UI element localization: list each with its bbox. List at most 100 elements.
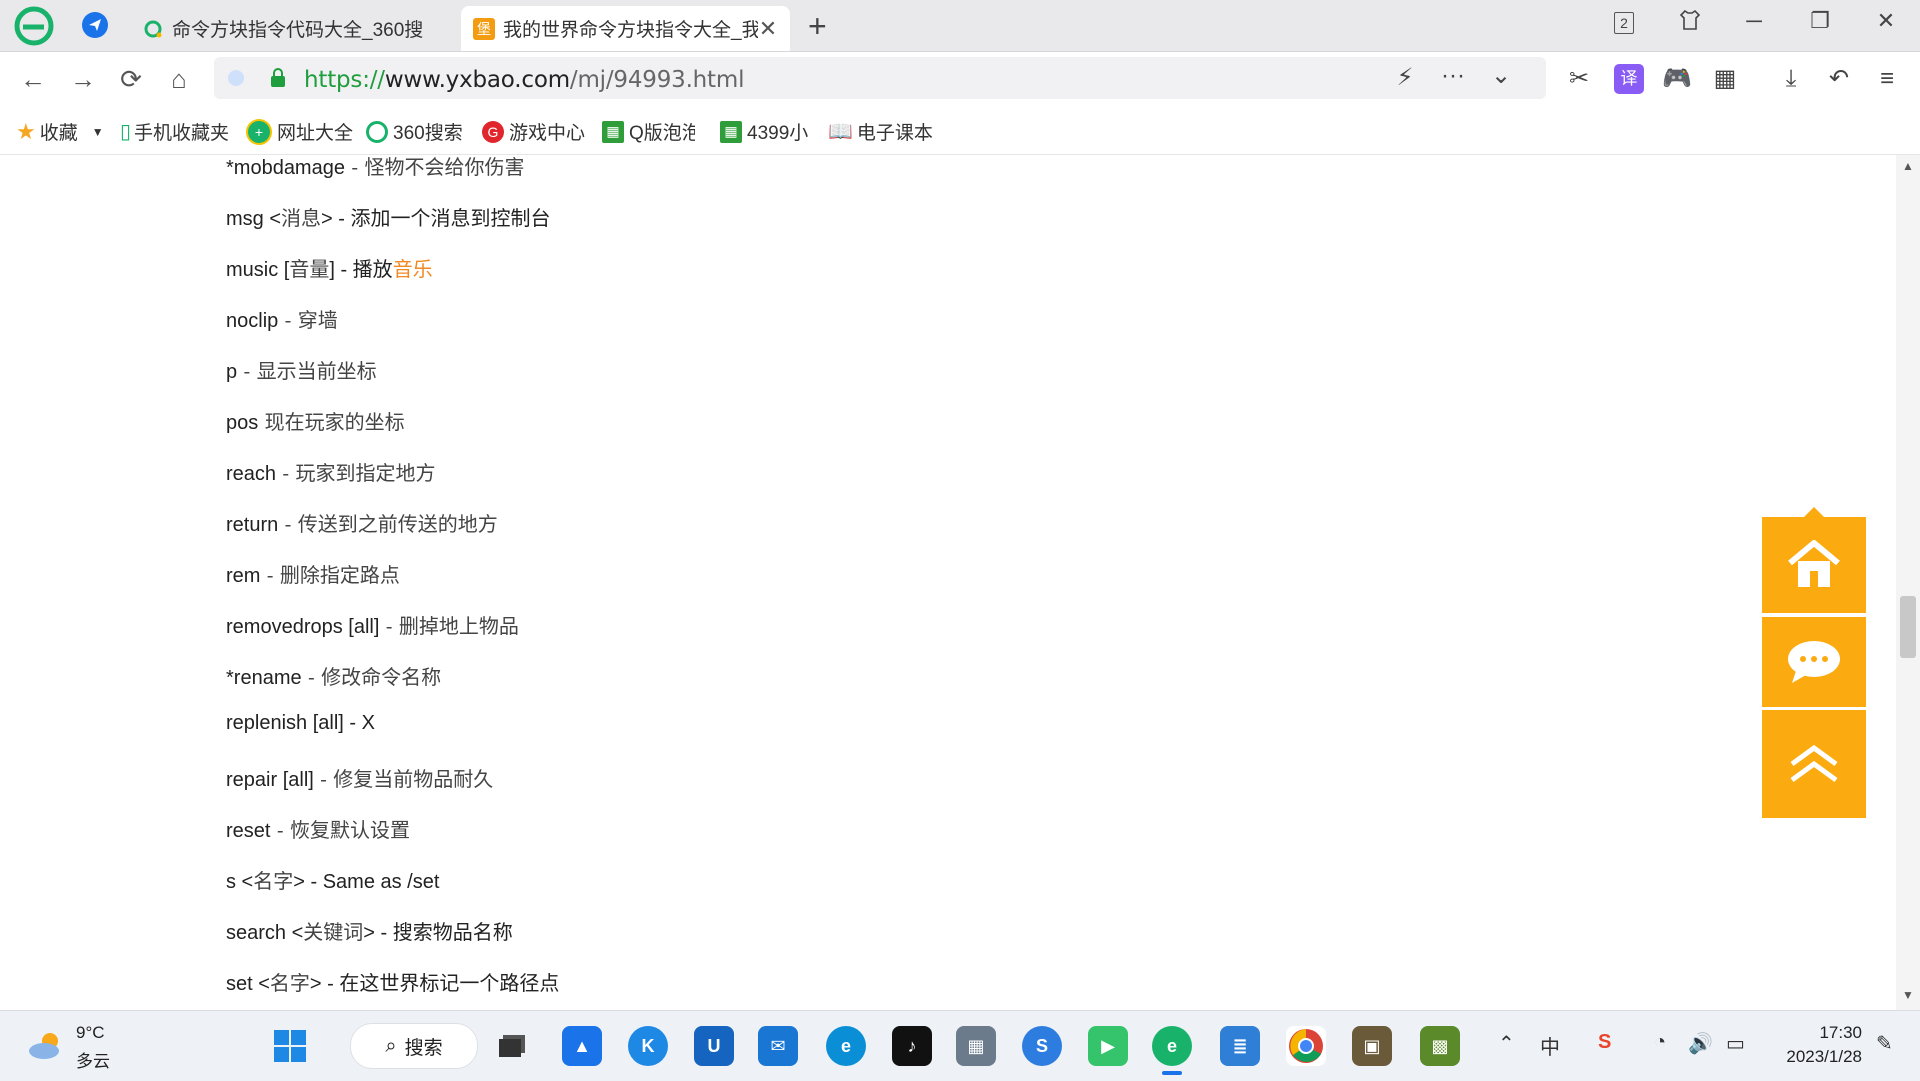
show-hidden-icons[interactable]: ⌃ xyxy=(1498,1031,1515,1056)
command-row: s <名字> - Same as /set xyxy=(226,865,439,894)
minecraft-launcher-icon[interactable]: ▩ xyxy=(1420,1026,1460,1066)
tab-strip: 命令方块指令代码大全_360搜 堡 我的世界命令方块指令大全_我 ✕ + 2 ─… xyxy=(0,0,1920,52)
tab-count-button[interactable]: 2 xyxy=(1604,8,1644,34)
command-row: return - 传送到之前传送的地方 xyxy=(226,508,498,537)
mail-icon[interactable]: ✉ xyxy=(758,1026,798,1066)
chrome-icon[interactable] xyxy=(1286,1026,1326,1066)
scroll-up-icon[interactable]: ▲ xyxy=(1896,159,1920,173)
calculator-icon[interactable]: ▦ xyxy=(956,1026,996,1066)
tiktok-icon[interactable]: ♪ xyxy=(892,1026,932,1066)
gamepad-icon[interactable]: 🎮 xyxy=(1662,64,1692,94)
lock-icon[interactable] xyxy=(270,68,286,93)
clock-date[interactable]: 2023/1/28 xyxy=(1772,1047,1862,1067)
command-description: 音量 xyxy=(289,257,330,281)
sogou-ime-icon[interactable]: S xyxy=(1598,1031,1611,1054)
lightning-icon[interactable]: ⚡ xyxy=(1390,63,1420,93)
edge-browser-icon[interactable]: e xyxy=(826,1026,866,1066)
scroll-down-icon[interactable]: ▼ xyxy=(1896,988,1920,1002)
command-name: rem xyxy=(226,565,261,587)
download-icon[interactable]: ⤓ xyxy=(1776,64,1806,94)
comment-float-button[interactable] xyxy=(1762,617,1866,707)
translate-icon[interactable]: 译 xyxy=(1614,64,1644,94)
command-name: noclip xyxy=(226,310,279,332)
close-tab-icon[interactable]: ✕ xyxy=(758,16,778,42)
back-button[interactable]: ← xyxy=(16,62,50,96)
book-icon: 📖 xyxy=(828,121,853,143)
volume-icon[interactable]: 🔊 xyxy=(1688,1031,1713,1056)
new-tab-button[interactable]: + xyxy=(808,8,827,45)
reload-button[interactable]: ⟳ xyxy=(114,62,148,96)
command-name: music [ xyxy=(226,259,290,281)
minimize-button[interactable]: ─ xyxy=(1734,8,1774,34)
tab-360-search[interactable]: 命令方块指令代码大全_360搜 xyxy=(130,6,455,51)
notification-icon[interactable]: ✎ xyxy=(1876,1031,1893,1056)
clock-time[interactable]: 17:30 xyxy=(1772,1023,1862,1043)
bookmark-360search[interactable]: 360搜索 xyxy=(366,118,463,145)
bookmark-4399[interactable]: ▦ 4399小 xyxy=(720,118,833,145)
url-scheme: https:// xyxy=(304,67,385,93)
float-tip xyxy=(1804,507,1824,517)
command-description: - 删掉地上物品 xyxy=(379,614,519,638)
windows-start-icon[interactable] xyxy=(270,1026,310,1066)
k-app-icon[interactable]: K xyxy=(628,1026,668,1066)
more-icon[interactable]: ··· xyxy=(1438,61,1468,91)
menu-icon[interactable]: ≡ xyxy=(1872,64,1902,94)
bookmark-qbubble[interactable]: ▦ Q版泡泡 xyxy=(602,118,695,145)
video-player-icon[interactable]: ▶ xyxy=(1088,1026,1128,1066)
weather-cloud-icon[interactable] xyxy=(26,1029,66,1066)
sogou-icon[interactable]: S xyxy=(1022,1026,1062,1066)
photos-app-icon[interactable]: ▲ xyxy=(562,1026,602,1066)
command-description: 现在玩家的坐标 xyxy=(258,410,405,434)
restore-button[interactable]: ❐ xyxy=(1800,8,1840,34)
close-window-button[interactable]: ✕ xyxy=(1866,8,1906,34)
minecraft-block-icon[interactable]: ▣ xyxy=(1352,1026,1392,1066)
battery-icon[interactable]: ▭ xyxy=(1726,1031,1745,1056)
taskbar-search[interactable]: ⌕ 搜索 xyxy=(350,1023,478,1069)
ime-indicator[interactable]: 中 xyxy=(1540,1031,1560,1060)
house-icon xyxy=(1788,540,1840,587)
scissors-icon[interactable]: ✂ xyxy=(1564,64,1594,94)
home-button[interactable]: ⌂ xyxy=(162,62,196,96)
skin-shirt-icon[interactable] xyxy=(1670,8,1710,38)
site-info-icon[interactable] xyxy=(228,70,244,86)
bookmark-label: 手机收藏夹 xyxy=(134,123,230,144)
back-to-top-button[interactable] xyxy=(1762,710,1866,818)
forward-button[interactable]: → xyxy=(66,62,100,96)
bookmark-game-center[interactable]: G 游戏中心 xyxy=(482,118,585,145)
command-name: s < xyxy=(226,871,254,893)
grid-game-icon: ▦ xyxy=(720,120,742,143)
undo-icon[interactable]: ↶ xyxy=(1824,64,1854,94)
360-browser-logo-icon[interactable] xyxy=(14,6,54,46)
tab-yxbao[interactable]: 堡 我的世界命令方块指令大全_我 ✕ xyxy=(461,6,790,51)
pinned-tab-icon[interactable] xyxy=(82,12,108,38)
bookmark-textbook[interactable]: 📖 电子课本 xyxy=(828,118,933,145)
home-float-button[interactable] xyxy=(1762,517,1866,613)
command-tail: > - 添加一个消息到控制台 xyxy=(321,208,551,230)
task-view-icon[interactable] xyxy=(492,1026,532,1066)
grid-game-icon: ▦ xyxy=(602,120,624,143)
bookmark-favorites[interactable]: ★ 收藏 ▼ xyxy=(16,118,104,145)
shield-app-icon[interactable]: U xyxy=(694,1026,734,1066)
360-browser-taskbar-icon[interactable]: e xyxy=(1152,1026,1192,1066)
star-icon: ★ xyxy=(16,118,36,144)
search-icon: ⌕ xyxy=(385,1034,397,1057)
vertical-scrollbar[interactable]: ▲ ▼ xyxy=(1896,155,1920,1010)
command-description: - 修复当前物品耐久 xyxy=(313,767,494,791)
wifi-icon[interactable]: ◔ xyxy=(1654,1031,1666,1054)
bookmark-mobile[interactable]: ▯ 手机收藏夹 xyxy=(120,118,229,145)
command-description: 关键词 xyxy=(303,920,364,944)
command-row: rem - 删除指定路点 xyxy=(226,559,400,588)
command-row: pos 现在玩家的坐标 xyxy=(226,406,405,435)
notepad-icon[interactable]: ≣ xyxy=(1220,1026,1260,1066)
phone-icon: ▯ xyxy=(120,121,132,143)
music-link[interactable]: 音乐 xyxy=(393,257,433,281)
apps-grid-icon[interactable]: ▦ xyxy=(1710,64,1740,94)
address-bar[interactable]: https://www.yxbao.com/mj/94993.html ⚡ ··… xyxy=(214,57,1546,99)
tab-title: 我的世界命令方块指令大全_我 xyxy=(503,20,758,41)
command-name: pos xyxy=(226,412,259,434)
command-name: reset xyxy=(226,820,271,842)
scrollbar-thumb[interactable] xyxy=(1900,596,1916,658)
chevron-down-icon[interactable]: ⌄ xyxy=(1486,61,1516,91)
command-name: p xyxy=(226,361,238,383)
bookmark-hao[interactable]: + 网址大全 xyxy=(246,118,353,145)
